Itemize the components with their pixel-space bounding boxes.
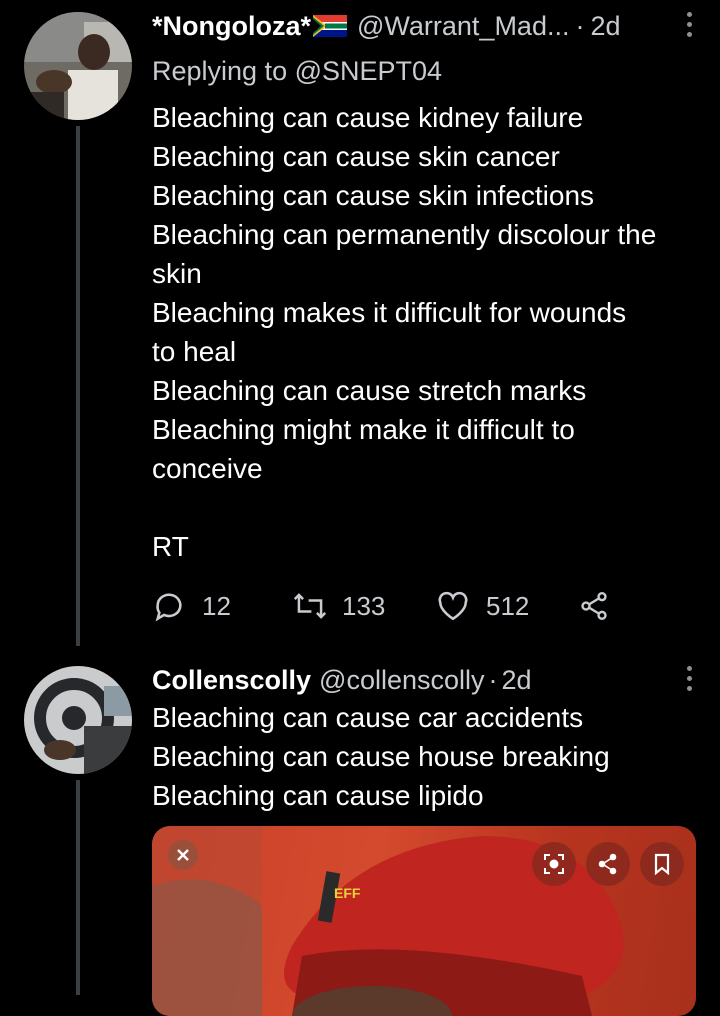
tweet-media-image[interactable]: EFF xyxy=(152,826,696,1016)
text-line: RT xyxy=(152,531,189,562)
text-line: Bleaching can cause lipido xyxy=(152,780,484,811)
user-handle[interactable]: @Warrant_Mad... xyxy=(357,11,569,42)
reply-icon xyxy=(155,593,182,622)
retweet-button[interactable]: 133 xyxy=(292,589,436,623)
share-icon xyxy=(581,592,607,620)
avatar[interactable] xyxy=(24,12,132,120)
like-icon xyxy=(438,591,468,621)
timestamp[interactable]: 2d xyxy=(590,11,620,42)
like-button[interactable]: 512 xyxy=(436,590,578,622)
text-line: skin xyxy=(152,258,202,289)
text-line: Bleaching can permanently discolour the xyxy=(152,219,657,250)
thread-line xyxy=(76,126,80,646)
display-name[interactable]: Collenscolly xyxy=(152,665,311,696)
tweet-text: Bleaching can cause kidney failure Bleac… xyxy=(152,98,702,566)
thread-line xyxy=(76,780,80,995)
text-line: Bleaching makes it difficult for wounds xyxy=(152,297,627,328)
avatar[interactable] xyxy=(24,666,132,774)
tweet-1[interactable]: *Nongoloza* @Warrant_Mad... · 2d Replyin… xyxy=(0,4,720,646)
retweet-count: 133 xyxy=(342,590,386,621)
text-line: Bleaching can cause skin cancer xyxy=(152,141,560,172)
text-line: Bleaching can cause car accidents xyxy=(152,702,584,733)
like-count: 512 xyxy=(486,590,530,621)
separator-dot: · xyxy=(488,664,498,695)
user-handle[interactable]: @collenscolly xyxy=(319,665,484,696)
text-line: Bleaching can cause kidney failure xyxy=(152,102,584,133)
south-africa-flag-icon xyxy=(313,15,347,37)
text-line: Bleaching might make it difficult to xyxy=(152,414,575,445)
text-line: to heal xyxy=(152,336,237,367)
tweet-text: Bleaching can cause car accidents Bleach… xyxy=(152,698,702,815)
reply-button[interactable]: 12 xyxy=(152,589,292,623)
lens-icon[interactable] xyxy=(532,842,576,886)
timestamp[interactable]: 2d xyxy=(502,665,532,696)
action-bar: 12 133 512 xyxy=(152,584,610,628)
retweet-icon xyxy=(293,593,327,619)
reply-count: 12 xyxy=(202,590,231,621)
replying-to[interactable]: Replying to @SNEPT04 xyxy=(152,56,442,87)
text-line: Bleaching can cause stretch marks xyxy=(152,375,587,406)
more-icon[interactable] xyxy=(684,12,694,42)
more-icon[interactable] xyxy=(684,666,694,696)
close-icon[interactable] xyxy=(168,840,198,870)
beret-badge: EFF xyxy=(334,885,361,901)
bookmark-icon[interactable] xyxy=(640,842,684,886)
display-name[interactable]: *Nongoloza* xyxy=(152,11,311,42)
text-line: Bleaching can cause skin infections xyxy=(152,180,595,211)
share-button[interactable] xyxy=(578,590,610,622)
text-line: conceive xyxy=(152,453,263,484)
text-line: Bleaching can cause house breaking xyxy=(152,741,610,772)
text-line xyxy=(152,488,702,527)
tweet-header: *Nongoloza* @Warrant_Mad... · 2d xyxy=(152,4,680,48)
separator-dot: · xyxy=(575,10,585,41)
share-icon[interactable] xyxy=(586,842,630,886)
tweet-header: Collenscolly @collenscolly · 2d xyxy=(152,658,680,702)
